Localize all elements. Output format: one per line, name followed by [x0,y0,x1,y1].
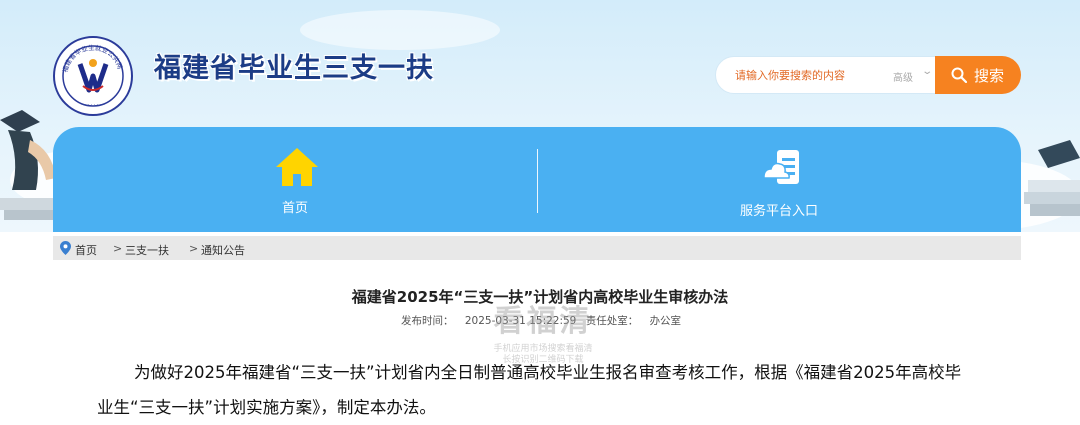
publish-time-label: 发布时间： [401,315,454,327]
search-bar: 高级 ⌄ 搜索 [715,56,1021,94]
nav-item-service-platform[interactable]: 服务平台入口 [537,127,1021,232]
nav-item-label: 首页 [281,201,308,216]
office-label: 责任处室： [585,315,639,327]
search-input[interactable] [735,66,885,84]
service-platform-icon [763,150,799,184]
svg-text:· · · · · · · ·: · · · · · · · · [81,102,105,108]
breadcrumb-separator: > [189,242,199,255]
books-decoration-icon [1024,140,1080,216]
breadcrumb-home-link[interactable]: 首页 [75,244,97,257]
advanced-search-toggle[interactable]: 高级 [893,69,913,84]
house-icon [276,148,318,186]
breadcrumb-separator: > [113,242,123,255]
search-button[interactable]: 搜索 [935,56,1021,94]
watermark-sub: 手机应用市场搜索看福清 [493,344,593,354]
main-nav: 首页 服务平台入口 [53,127,1021,232]
site-title: 福建省毕业生三支一扶 [154,53,434,84]
search-button-label: 搜索 [974,67,1005,85]
breadcrumb: 首页 > 三支一扶 > 通知公告 [53,236,1021,260]
article-title: 福建省2025年“三支一扶”计划省内高校毕业生审核办法 [351,288,729,306]
chevron-down-icon[interactable]: ⌄ [921,66,933,77]
nav-item-label: 服务平台入口 [739,204,818,219]
logo-icon: 福建省毕业生就业公共网 · · · · · · · · [53,36,133,116]
office-name: 办公室 [649,315,682,327]
search-icon [951,67,967,83]
breadcrumb-notices-link[interactable]: 通知公告 [201,244,245,257]
publish-time: 2025-03-31 15:22:59 [464,315,577,327]
article-meta: 发布时间： 2025-03-31 15:22:59 责任处室： 办公室 [401,313,681,328]
breadcrumb-sanzhiyifu-link[interactable]: 三支一扶 [125,244,169,257]
nav-item-home[interactable]: 首页 [53,127,537,232]
article-body: 为做好2025年福建省“三支一扶”计划省内全日制普通高校毕业生报名审查考核工作，… [97,363,962,417]
location-pin-icon [60,241,71,255]
